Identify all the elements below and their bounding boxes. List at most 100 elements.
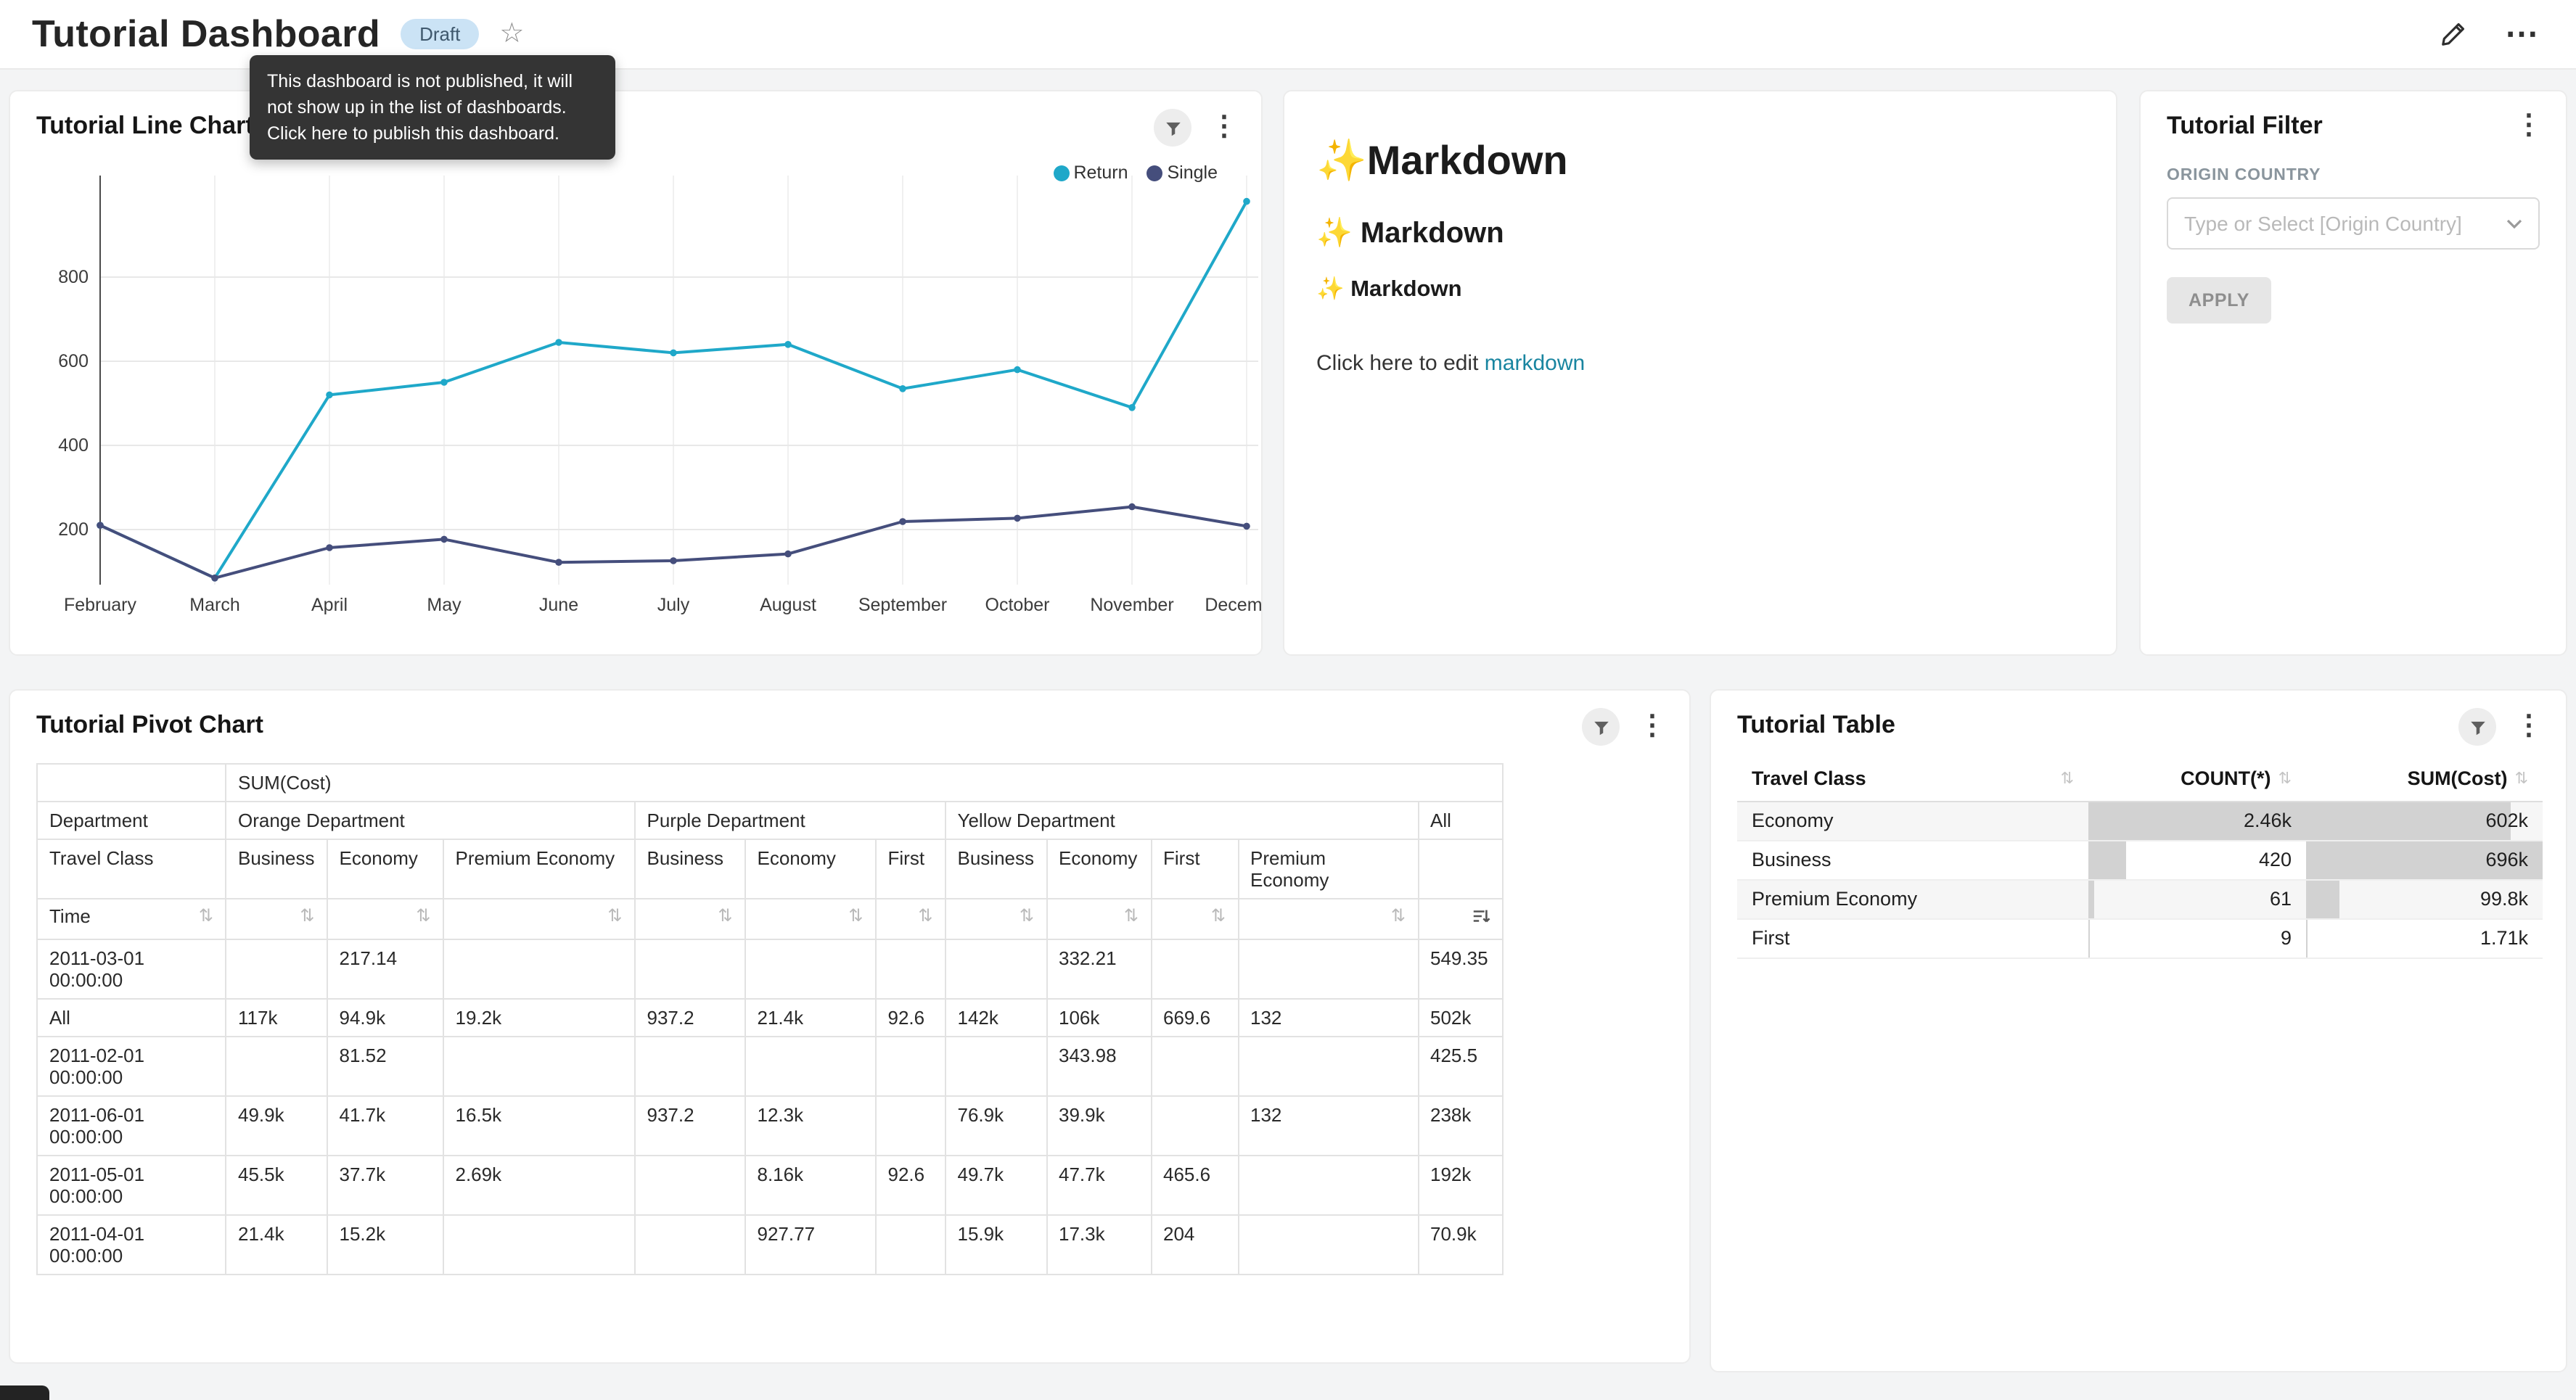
pivot-cell: 41.7k <box>327 1096 443 1156</box>
table-card: Tutorial Table ⋮ Travel Class⇅ COUNT(*)⇅… <box>1710 689 2567 1372</box>
svg-text:February: February <box>64 595 137 615</box>
table-title: Tutorial Table <box>1737 711 1895 740</box>
pivot-sort-col[interactable]: ⇅ <box>1151 899 1238 939</box>
kebab-menu-icon[interactable]: ⋮ <box>2509 109 2548 144</box>
sort-icon: ⇅ <box>607 907 622 924</box>
pivot-row-header: 2011-04-01 00:00:00 <box>37 1215 226 1275</box>
pivot-department-header: All <box>1418 802 1502 839</box>
pivot-sort-time[interactable]: Time⇅ <box>37 899 226 939</box>
pivot-cell: 39.9k <box>1046 1096 1151 1156</box>
cross-filter-icon[interactable] <box>1154 109 1191 147</box>
table-row[interactable]: Premium Economy6199.8k <box>1737 879 2543 918</box>
pivot-department-row: DepartmentOrange DepartmentPurple Depart… <box>37 802 1502 839</box>
pivot-cell: 106k <box>1046 999 1151 1037</box>
pivot-cell <box>876 1037 946 1096</box>
pivot-cell: 549.35 <box>1418 939 1502 999</box>
pivot-sort-col[interactable]: ⇅ <box>1046 899 1151 939</box>
sort-icon: ⇅ <box>300 907 314 924</box>
svg-text:800: 800 <box>58 267 89 287</box>
pivot-table: SUM(Cost)DepartmentOrange DepartmentPurp… <box>36 763 1503 1275</box>
status-badge[interactable]: Draft <box>401 19 479 49</box>
table-row[interactable]: Business420696k <box>1737 840 2543 879</box>
markdown-h3: ✨ Markdown <box>1316 276 2084 303</box>
origin-country-select[interactable]: Type or Select [Origin Country] <box>2167 197 2540 250</box>
pivot-cell: 81.52 <box>327 1037 443 1096</box>
pivot-sort-col-all[interactable] <box>1418 899 1502 939</box>
kebab-menu-icon[interactable]: ⋮ <box>2509 709 2548 744</box>
legend-item[interactable]: Single <box>1147 162 1218 183</box>
pivot-cell: 47.7k <box>1046 1156 1151 1215</box>
result-table: Travel Class⇅ COUNT(*)⇅ SUM(Cost)⇅ Econo… <box>1737 757 2543 958</box>
pivot-sort-col[interactable]: ⇅ <box>1238 899 1418 939</box>
pivot-cell <box>745 939 876 999</box>
pivot-metric-row: SUM(Cost) <box>37 764 1502 802</box>
svg-text:August: August <box>760 595 816 615</box>
more-menu-icon[interactable]: ⋯ <box>2505 17 2538 51</box>
apply-button[interactable]: APPLY <box>2167 277 2271 324</box>
pivot-cell <box>635 1215 745 1275</box>
column-header-count[interactable]: COUNT(*)⇅ <box>2088 757 2306 801</box>
pivot-cell <box>946 939 1047 999</box>
cell-count: 2.46k <box>2088 801 2306 840</box>
legend-label: Single <box>1168 162 1218 183</box>
table-row[interactable]: First91.71k <box>1737 918 2543 958</box>
pivot-sort-col[interactable]: ⇅ <box>946 899 1047 939</box>
pivot-title: Tutorial Pivot Chart <box>36 711 263 740</box>
pivot-cell <box>745 1037 876 1096</box>
sort-icon: ⇅ <box>1391 907 1406 924</box>
pivot-row-header: All <box>37 999 226 1037</box>
pivot-cell: 17.3k <box>1046 1215 1151 1275</box>
cross-filter-icon[interactable] <box>1582 708 1620 746</box>
pivot-class-header: Business <box>635 839 745 899</box>
line-chart-card: FebruaryMarchAprilMayJuneJulyAugustSepte… <box>9 90 1263 656</box>
pivot-cell: 16.5k <box>443 1096 635 1156</box>
pivot-sort-col[interactable]: ⇅ <box>876 899 946 939</box>
pivot-sort-col[interactable]: ⇅ <box>327 899 443 939</box>
pivot-cell: 217.14 <box>327 939 443 999</box>
column-header-travel-class[interactable]: Travel Class⇅ <box>1737 757 2088 801</box>
pivot-sort-col[interactable]: ⇅ <box>443 899 635 939</box>
kebab-menu-icon[interactable]: ⋮ <box>1633 709 1672 744</box>
pivot-cell <box>1238 1215 1418 1275</box>
pivot-cell: 937.2 <box>635 999 745 1037</box>
pivot-cell: 70.9k <box>1418 1215 1502 1275</box>
pivot-cell: 343.98 <box>1046 1037 1151 1096</box>
pivot-department-header: Yellow Department <box>946 802 1419 839</box>
svg-text:September: September <box>858 595 947 615</box>
cell-travel-class: Economy <box>1737 801 2088 840</box>
pivot-sort-col[interactable]: ⇅ <box>745 899 876 939</box>
svg-text:June: June <box>539 595 578 615</box>
pivot-cell <box>635 1037 745 1096</box>
pivot-cell <box>635 939 745 999</box>
pivot-cell: 15.9k <box>946 1215 1047 1275</box>
cross-filter-icon[interactable] <box>2458 708 2496 746</box>
kebab-menu-icon[interactable]: ⋮ <box>1205 110 1244 145</box>
sort-descending-icon <box>1471 907 1490 928</box>
chevron-down-icon <box>2506 218 2522 228</box>
select-placeholder: Type or Select [Origin Country] <box>2184 212 2462 235</box>
markdown-link[interactable]: markdown <box>1485 351 1585 376</box>
markdown-card: ✨Markdown ✨ Markdown ✨ Markdown Click he… <box>1283 90 2117 656</box>
table-row[interactable]: Economy2.46k602k <box>1737 801 2543 840</box>
column-header-sum-cost[interactable]: SUM(Cost)⇅ <box>2306 757 2543 801</box>
pivot-cell: 2.69k <box>443 1156 635 1215</box>
filter-card: Tutorial Filter ⋮ ORIGIN COUNTRY Type or… <box>2139 90 2567 656</box>
pivot-class-header: Economy <box>1046 839 1151 899</box>
pivot-cell: 192k <box>1418 1156 1502 1215</box>
pivot-department-header: Purple Department <box>635 802 946 839</box>
pivot-sort-row: Time⇅⇅⇅⇅⇅⇅⇅⇅⇅⇅⇅ <box>37 899 1502 939</box>
pivot-row: 2011-06-01 00:00:0049.9k41.7k16.5k937.21… <box>37 1096 1502 1156</box>
chart-title: Tutorial Line Chart <box>36 112 254 141</box>
pivot-class-header: First <box>876 839 946 899</box>
favorite-star-icon[interactable]: ☆ <box>499 20 524 48</box>
pivot-cell: 465.6 <box>1151 1156 1238 1215</box>
pivot-sort-col[interactable]: ⇅ <box>635 899 745 939</box>
pivot-cell <box>443 939 635 999</box>
pivot-sort-col[interactable]: ⇅ <box>226 899 327 939</box>
pivot-cell: 332.21 <box>1046 939 1151 999</box>
legend-item[interactable]: Return <box>1053 162 1128 183</box>
pivot-department-header: Orange Department <box>226 802 635 839</box>
edit-dashboard-icon[interactable] <box>2440 20 2467 48</box>
sort-icon: ⇅ <box>2061 770 2074 788</box>
markdown-h1: ✨Markdown <box>1316 136 2084 184</box>
